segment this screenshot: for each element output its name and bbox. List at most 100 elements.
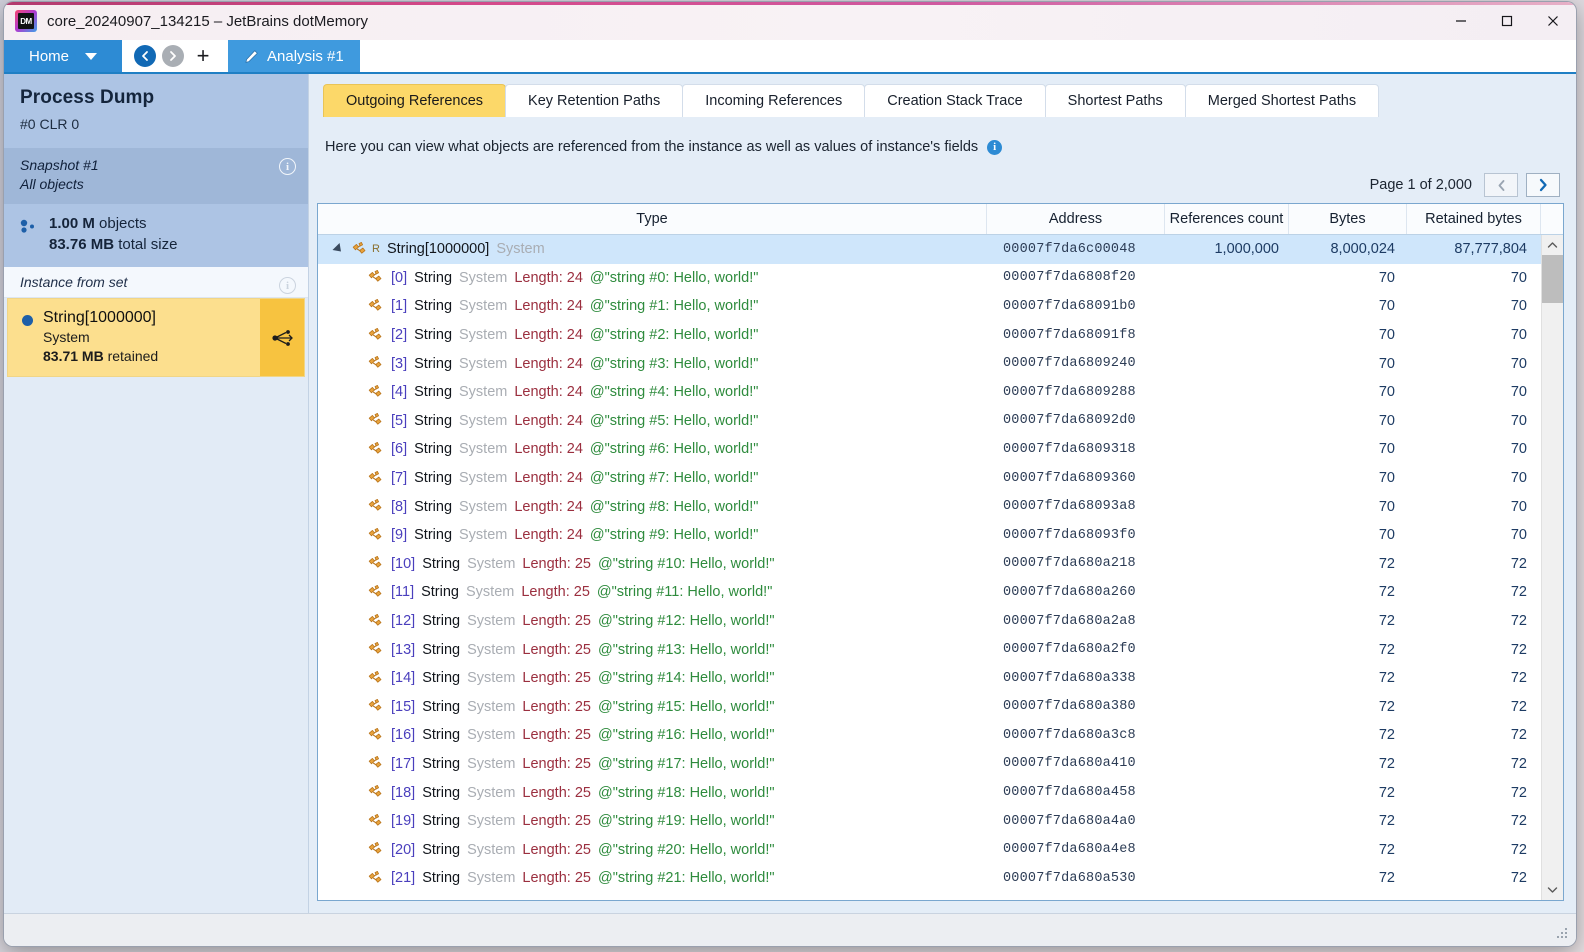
selected-instance-name: String[1000000]	[43, 309, 156, 326]
tab-outgoing-references[interactable]: Outgoing References	[323, 84, 507, 117]
type-name: String[1000000]	[386, 241, 490, 258]
table-header-row: Type Address References count Bytes Reta…	[318, 204, 1563, 235]
string-value: @"string #17: Hello, world!"	[597, 755, 775, 772]
add-tab-button[interactable]: +	[190, 43, 216, 69]
selected-instance-card[interactable]: String[1000000] System 83.71 MB retained	[7, 298, 305, 377]
cell-address: 00007f7da680a2a8	[1003, 613, 1136, 629]
table-row[interactable]: [10] String System Length: 25 @"string #10: …	[318, 550, 1541, 579]
table-row[interactable]: [8] String System Length: 24 @"string #8: He…	[318, 492, 1541, 521]
string-value: @"string #16: Hello, world!"	[597, 727, 775, 744]
table-row[interactable]: [15] String System Length: 25 @"string #15: …	[318, 693, 1541, 722]
type-name: String	[414, 412, 453, 429]
string-value: @"string #13: Hello, world!"	[597, 641, 775, 658]
snapshot-stats-card[interactable]: 1.00 M objects 83.76 MB total size	[4, 204, 308, 267]
string-length: Length: 25	[522, 613, 591, 630]
scrollbar-track[interactable]	[1542, 255, 1563, 880]
table-row[interactable]: [16] String System Length: 25 @"string #16: …	[318, 721, 1541, 750]
table-row[interactable]: [11] String System Length: 25 @"string #11: …	[318, 578, 1541, 607]
cell-type: [16] String System Length: 25 @"string #16: …	[318, 727, 987, 743]
table-row[interactable]: R String[1000000] System 00007f7da6c00048 1,…	[318, 235, 1541, 264]
home-button[interactable]: Home	[4, 40, 122, 72]
type-name: String	[414, 470, 453, 487]
table-row[interactable]: [13] String System Length: 25 @"string #13: …	[318, 635, 1541, 664]
tab-analysis-1[interactable]: Analysis #1	[228, 40, 360, 72]
string-length: Length: 24	[514, 412, 583, 429]
table-row[interactable]: [4] String System Length: 24 @"string #4: He…	[318, 378, 1541, 407]
info-icon[interactable]: i	[279, 158, 296, 175]
table-row[interactable]: [1] String System Length: 24 @"string #1: He…	[318, 292, 1541, 321]
cell-bytes: 72	[1378, 755, 1395, 772]
table-row[interactable]: [18] String System Length: 25 @"string #18: …	[318, 778, 1541, 807]
table-row[interactable]: [21] String System Length: 25 @"string #21: …	[318, 864, 1541, 893]
type-name: String	[414, 327, 453, 344]
close-icon[interactable]	[1530, 2, 1576, 40]
table-row[interactable]: [12] String System Length: 25 @"string #12: …	[318, 607, 1541, 636]
cell-bytes: 8,000,024	[1330, 241, 1395, 258]
table-row[interactable]: [14] String System Length: 25 @"string #14: …	[318, 664, 1541, 693]
reference-icon	[367, 642, 384, 657]
info-icon[interactable]: i	[279, 277, 296, 294]
home-button-label: Home	[28, 47, 69, 65]
array-index: [11]	[391, 584, 415, 601]
type-namespace: System	[467, 727, 516, 744]
table-row[interactable]: [7] String System Length: 24 @"string #7: He…	[318, 464, 1541, 493]
type-name: String	[414, 355, 453, 372]
string-length: Length: 25	[522, 841, 591, 858]
column-header-type[interactable]: Type	[318, 204, 987, 234]
minimize-icon[interactable]	[1438, 2, 1484, 40]
tab-shortest-paths[interactable]: Shortest Paths	[1044, 84, 1186, 117]
share-nodes-icon[interactable]	[260, 299, 304, 376]
scrollbar-thumb[interactable]	[1542, 255, 1563, 303]
table-row[interactable]: [2] String System Length: 24 @"string #2: He…	[318, 321, 1541, 350]
table-row[interactable]: [20] String System Length: 25 @"string #20: …	[318, 835, 1541, 864]
cell-type: [12] String System Length: 25 @"string #12: …	[318, 613, 987, 629]
forward-arrow-icon[interactable]	[162, 45, 184, 67]
prev-page-button[interactable]	[1484, 173, 1518, 197]
back-arrow-icon[interactable]	[134, 45, 156, 67]
info-icon[interactable]: i	[987, 139, 1003, 155]
next-page-button[interactable]	[1526, 173, 1560, 197]
column-header-retained-bytes[interactable]: Retained bytes	[1407, 204, 1541, 234]
cell-address: 00007f7da680a530	[1003, 870, 1136, 886]
table-row[interactable]: [9] String System Length: 24 @"string #9: He…	[318, 521, 1541, 550]
cell-bytes: 70	[1378, 355, 1395, 372]
cell-bytes: 72	[1378, 555, 1395, 572]
tab-incoming-references[interactable]: Incoming References	[682, 84, 866, 117]
tab-key-retention-paths[interactable]: Key Retention Paths	[505, 84, 684, 117]
table-row[interactable]: [0] String System Length: 24 @"string #0: He…	[318, 264, 1541, 293]
array-index: [12]	[391, 613, 416, 630]
process-dump-card[interactable]: Process Dump #0 CLR 0	[4, 74, 308, 148]
table-row[interactable]: [6] String System Length: 24 @"string #6: He…	[318, 435, 1541, 464]
string-length: Length: 24	[514, 470, 583, 487]
column-header-bytes[interactable]: Bytes	[1289, 204, 1407, 234]
cell-bytes: 70	[1378, 269, 1395, 286]
expander-triangle-icon[interactable]	[331, 243, 345, 256]
column-header-references-count[interactable]: References count	[1165, 204, 1289, 234]
scroll-up-icon[interactable]	[1542, 235, 1563, 255]
scroll-down-icon[interactable]	[1542, 880, 1563, 900]
reference-icon	[367, 727, 384, 743]
tab-creation-stack-trace[interactable]: Creation Stack Trace	[864, 84, 1046, 117]
column-header-address[interactable]: Address	[987, 204, 1165, 234]
tab-merged-shortest-paths[interactable]: Merged Shortest Paths	[1184, 84, 1380, 117]
cell-bytes: 70	[1378, 298, 1395, 315]
resize-grip-icon[interactable]	[1555, 927, 1569, 941]
string-length: Length: 25	[522, 555, 591, 572]
cell-address: 00007f7da68091f8	[1003, 327, 1136, 343]
string-length: Length: 25	[522, 755, 591, 772]
array-index: [6]	[391, 441, 408, 458]
snapshot-card[interactable]: Snapshot #1 All objects i	[4, 148, 308, 204]
table-row[interactable]: [5] String System Length: 24 @"string #5: He…	[318, 407, 1541, 436]
cell-references-count: 1,000,000	[1214, 241, 1279, 258]
cell-bytes: 70	[1378, 441, 1395, 458]
instance-from-set-label: Instance from set	[20, 274, 128, 290]
string-value: @"string #0: Hello, world!"	[589, 269, 759, 286]
cell-retained-bytes: 70	[1510, 298, 1527, 315]
table-row[interactable]: [17] String System Length: 25 @"string #17: …	[318, 750, 1541, 779]
cell-type: [9] String System Length: 24 @"string #9: He…	[318, 527, 987, 543]
logo-text: DM	[18, 13, 34, 29]
table-vertical-scrollbar[interactable]	[1541, 235, 1563, 900]
table-row[interactable]: [3] String System Length: 24 @"string #3: He…	[318, 349, 1541, 378]
table-row[interactable]: [19] String System Length: 25 @"string #19: …	[318, 807, 1541, 836]
maximize-icon[interactable]	[1484, 2, 1530, 40]
